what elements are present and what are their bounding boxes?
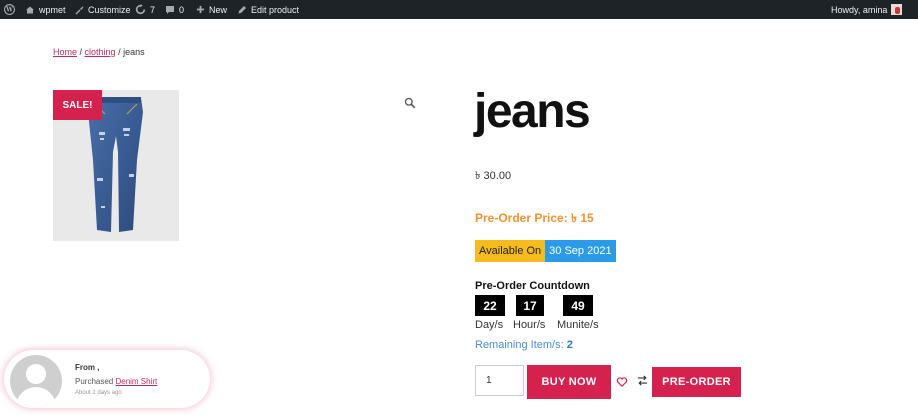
new-label: New (209, 4, 228, 15)
popup-purchased-prefix: Purchased (75, 377, 116, 386)
site-name: wpmet (39, 4, 66, 15)
available-on-date: 30 Sep 2021 (545, 240, 616, 262)
available-on-badge: Available On 30 Sep 2021 (475, 240, 616, 262)
heart-icon[interactable] (616, 375, 628, 388)
remaining-count: 2 (566, 339, 573, 351)
customize-label: Customize (88, 4, 131, 15)
customer-avatar (10, 355, 62, 407)
admin-bar: W wpmet Customize 7 0 New Edit product H… (0, 0, 918, 19)
breadcrumb-category-link[interactable]: clothing (85, 47, 116, 57)
product-price: ৳ 30.00 (475, 170, 512, 182)
compare-icon[interactable] (636, 374, 649, 387)
updates-count: 7 (150, 4, 156, 15)
comments-button[interactable]: 0 (165, 0, 184, 19)
remaining-label: Remaining Item/s: (475, 339, 567, 351)
wordpress-logo-button[interactable]: W (4, 0, 15, 19)
product-title: jeans (474, 85, 591, 138)
breadcrumb: Home / clothing / jeans (53, 47, 145, 57)
countdown-hours-label: Hour/s (513, 319, 546, 331)
comment-icon (165, 5, 175, 15)
buy-now-button[interactable]: BUY NOW (527, 365, 611, 399)
svg-text:W: W (5, 7, 13, 14)
new-button[interactable]: New (196, 0, 227, 19)
pre-order-button[interactable]: PRE-ORDER (652, 367, 741, 397)
countdown-hours-value: 17 (516, 295, 544, 316)
countdown-days-value: 22 (475, 295, 505, 316)
quantity-input[interactable] (475, 365, 524, 396)
countdown-minutes-value: 49 (563, 295, 593, 316)
popup-product-link[interactable]: Denim Shirt (115, 377, 157, 386)
popup-from: From , (75, 363, 100, 372)
user-avatar (891, 4, 903, 15)
breadcrumb-separator: / (115, 47, 124, 57)
customize-button[interactable]: Customize (74, 0, 131, 19)
countdown-days-label: Day/s (475, 319, 504, 331)
search-zoom-icon[interactable] (404, 96, 416, 109)
plus-icon (196, 5, 205, 14)
edit-product-button[interactable]: Edit product (237, 0, 299, 19)
comments-count: 0 (179, 4, 185, 15)
countdown-minutes-label: Munite/s (557, 319, 599, 331)
countdown-title: Pre-Order Countdown (475, 280, 590, 292)
popup-time: About 1 days ago (75, 390, 122, 396)
popup-purchased: Purchased Denim Shirt (75, 377, 157, 386)
pencil-icon (237, 5, 247, 15)
site-name-button[interactable]: wpmet (25, 0, 66, 19)
wordpress-icon: W (4, 4, 15, 15)
howdy-label: Howdy, amina (831, 4, 888, 15)
refresh-icon (135, 4, 146, 15)
sale-badge: SALE! (53, 90, 102, 120)
home-icon (25, 5, 35, 15)
updates-button[interactable]: 7 (135, 0, 155, 19)
breadcrumb-separator: / (77, 47, 85, 57)
breadcrumb-current: jeans (123, 47, 145, 57)
remaining-items: Remaining Item/s: 2 (475, 339, 573, 351)
available-on-label: Available On (475, 240, 546, 262)
preorder-price: Pre-Order Price: ৳ 15 (475, 211, 594, 225)
product-image[interactable]: SALE! (53, 90, 179, 241)
account-menu[interactable]: Howdy, amina (831, 0, 903, 19)
brush-icon (74, 5, 84, 15)
edit-product-label: Edit product (251, 4, 300, 15)
breadcrumb-home-link[interactable]: Home (53, 47, 77, 57)
